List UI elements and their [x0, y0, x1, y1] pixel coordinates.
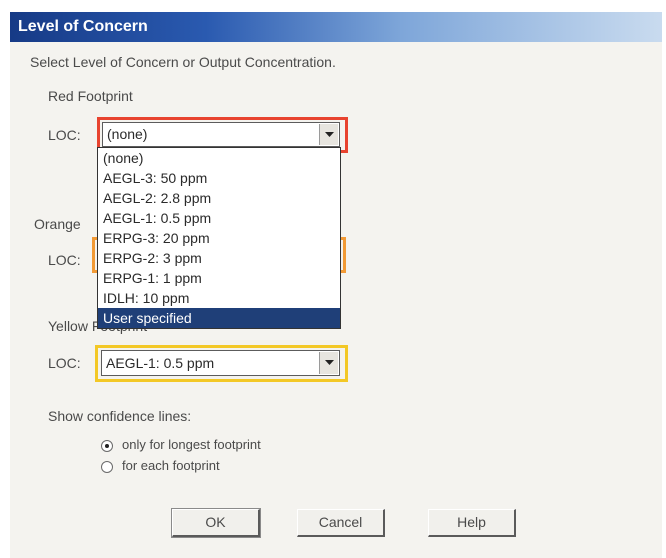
dropdown-option[interactable]: AEGL-2: 2.8 ppm — [98, 188, 340, 208]
instruction-text: Select Level of Concern or Output Concen… — [30, 54, 336, 70]
dropdown-option[interactable]: (none) — [98, 148, 340, 168]
radio-longest-footprint[interactable] — [101, 440, 113, 452]
dropdown-option[interactable]: ERPG-3: 20 ppm — [98, 228, 340, 248]
chevron-down-icon — [324, 131, 334, 137]
red-loc-value: (none) — [107, 126, 148, 142]
radio-each-footprint[interactable] — [101, 461, 113, 473]
radio-selected-dot — [105, 444, 109, 448]
radio-longest-footprint-label[interactable]: only for longest footprint — [122, 437, 261, 452]
cancel-button[interactable]: Cancel — [297, 509, 385, 537]
orange-loc-label: LOC: — [48, 252, 81, 268]
chevron-down-icon — [324, 360, 334, 365]
yellow-loc-label: LOC: — [48, 355, 81, 371]
red-dropdown-button[interactable] — [319, 124, 338, 145]
red-loc-label: LOC: — [48, 127, 81, 143]
dropdown-option[interactable]: ERPG-1: 1 ppm — [98, 268, 340, 288]
orange-footprint-label: Orange — [34, 216, 81, 232]
radio-each-footprint-label[interactable]: for each footprint — [122, 458, 220, 473]
red-footprint-label: Red Footprint — [48, 88, 133, 104]
loc-dropdown-list[interactable]: (none) AEGL-3: 50 ppm AEGL-2: 2.8 ppm AE… — [97, 147, 341, 329]
help-button[interactable]: Help — [428, 509, 516, 537]
dropdown-option-highlighted[interactable]: User specified — [98, 308, 340, 328]
dropdown-option[interactable]: AEGL-1: 0.5 ppm — [98, 208, 340, 228]
yellow-dropdown-button[interactable] — [319, 352, 338, 374]
dropdown-option[interactable]: ERPG-2: 3 ppm — [98, 248, 340, 268]
dialog-title: Level of Concern — [10, 12, 662, 42]
dropdown-option[interactable]: AEGL-3: 50 ppm — [98, 168, 340, 188]
yellow-loc-value: AEGL-1: 0.5 ppm — [106, 355, 215, 371]
ok-button[interactable]: OK — [171, 508, 261, 538]
level-of-concern-dialog: Level of Concern Select Level of Concern… — [10, 12, 662, 558]
red-loc-select[interactable]: (none) — [102, 122, 340, 147]
yellow-loc-select[interactable]: AEGL-1: 0.5 ppm — [101, 350, 340, 376]
dropdown-option[interactable]: IDLH: 10 ppm — [98, 288, 340, 308]
confidence-lines-label: Show confidence lines: — [48, 408, 192, 424]
